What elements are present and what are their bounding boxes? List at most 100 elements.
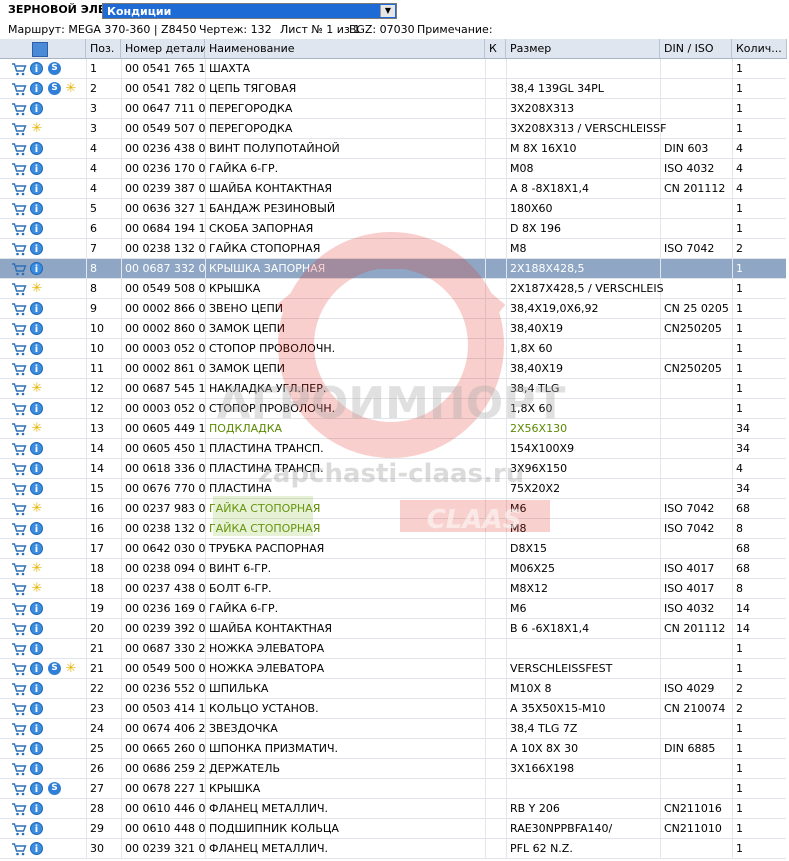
condition-select[interactable]: Кондиции ▼: [102, 3, 397, 19]
table-row[interactable]: i 14 00 0618 336 0 ПЛАСТИНА ТРАНСП. 3X96X150…: [0, 459, 786, 479]
info-icon[interactable]: i: [30, 462, 43, 475]
cart-icon[interactable]: [11, 742, 27, 756]
cart-icon[interactable]: [11, 262, 27, 276]
header-k[interactable]: К: [485, 39, 506, 59]
cart-icon[interactable]: [11, 362, 27, 376]
cart-icon[interactable]: [11, 642, 27, 656]
cart-icon[interactable]: [11, 662, 27, 676]
new-part-star-icon[interactable]: ✳: [30, 382, 44, 396]
info-icon[interactable]: i: [30, 762, 43, 775]
cart-icon[interactable]: [11, 782, 27, 796]
table-row[interactable]: i 9 00 0002 866 0 ЗВЕНО ЦЕПИ 38,4X19,0X6,92 C…: [0, 299, 786, 319]
cart-icon[interactable]: [11, 62, 27, 76]
info-icon[interactable]: i: [30, 242, 43, 255]
table-row[interactable]: ✳ 16 00 0237 983 0 ГАЙКА СТОПОРНАЯ M6 ISO 704…: [0, 499, 786, 519]
table-row[interactable]: i 28 00 0610 446 0 ФЛАНЕЦ МЕТАЛЛИЧ. RB Y 206…: [0, 799, 786, 819]
info-icon[interactable]: i: [30, 842, 43, 855]
info-icon[interactable]: i: [30, 542, 43, 555]
info-icon[interactable]: i: [30, 822, 43, 835]
cart-icon[interactable]: [11, 822, 27, 836]
info-icon[interactable]: i: [30, 362, 43, 375]
cart-icon[interactable]: [11, 462, 27, 476]
table-row[interactable]: i 6 00 0684 194 1 СКОБА ЗАПОРНАЯ D 8X 196 1: [0, 219, 786, 239]
info-icon[interactable]: i: [30, 162, 43, 175]
info-icon[interactable]: i: [30, 742, 43, 755]
table-row[interactable]: ✳ 18 00 0237 438 0 БОЛТ 6-ГР. M8X12 ISO 4017 8: [0, 579, 786, 599]
info-icon[interactable]: i: [30, 682, 43, 695]
new-part-star-icon[interactable]: ✳: [64, 662, 78, 676]
table-row[interactable]: i 22 00 0236 552 0 ШПИЛЬКА M10X 8 ISO 4029 2: [0, 679, 786, 699]
header-qty[interactable]: Колич...: [732, 39, 787, 59]
cart-icon[interactable]: [11, 762, 27, 776]
table-row[interactable]: i 25 00 0665 260 0 ШПОНКА ПРИЗМАТИЧ. A 10X 8…: [0, 739, 786, 759]
info-icon[interactable]: i: [30, 662, 43, 675]
new-part-star-icon[interactable]: ✳: [30, 502, 44, 516]
cart-icon[interactable]: [11, 322, 27, 336]
info-icon[interactable]: i: [30, 402, 43, 415]
cart-icon[interactable]: [11, 442, 27, 456]
cart-icon[interactable]: [11, 102, 27, 116]
cart-icon[interactable]: [11, 702, 27, 716]
cart-icon[interactable]: [11, 522, 27, 536]
info-icon[interactable]: i: [30, 442, 43, 455]
cart-icon[interactable]: [11, 342, 27, 356]
table-row[interactable]: i 10 00 0002 860 0 ЗАМОК ЦЕПИ 38,40X19 CN2502…: [0, 319, 786, 339]
cart-icon[interactable]: [11, 542, 27, 556]
cart-icon[interactable]: [11, 802, 27, 816]
cart-icon[interactable]: [11, 482, 27, 496]
header-icons-col[interactable]: [0, 39, 86, 59]
info-icon[interactable]: i: [30, 82, 43, 95]
cart-icon[interactable]: [11, 142, 27, 156]
header-name[interactable]: Наименование: [205, 39, 485, 59]
service-icon[interactable]: S: [48, 782, 61, 795]
table-row[interactable]: i 29 00 0610 448 0 ПОДШИПНИК КОЛЬЦА RAE30NPP…: [0, 819, 786, 839]
cart-icon[interactable]: [11, 302, 27, 316]
info-icon[interactable]: i: [30, 262, 43, 275]
info-icon[interactable]: i: [30, 222, 43, 235]
table-row[interactable]: i 21 00 0687 330 2 НОЖКА ЭЛЕВАТОРА 1: [0, 639, 786, 659]
header-part-number[interactable]: Номер детали: [121, 39, 207, 59]
table-row[interactable]: ✳ 13 00 0605 449 1 ПОДКЛАДКА 2X56X130 34: [0, 419, 786, 439]
column-chooser-icon[interactable]: [32, 42, 48, 57]
table-row[interactable]: i 10 00 0003 052 0 СТОПОР ПРОВОЛОЧН. 1,8X 60…: [0, 339, 786, 359]
table-row[interactable]: i 15 00 0676 770 0 ПЛАСТИНА 75X20X2 34: [0, 479, 786, 499]
info-icon[interactable]: i: [30, 202, 43, 215]
table-row[interactable]: i 19 00 0236 169 0 ГАЙКА 6-ГР. M6 ISO 4032 14: [0, 599, 786, 619]
info-icon[interactable]: i: [30, 722, 43, 735]
cart-icon[interactable]: [11, 162, 27, 176]
table-row[interactable]: i 12 00 0003 052 0 СТОПОР ПРОВОЛОЧН. 1,8X 60…: [0, 399, 786, 419]
table-row[interactable]: i 30 00 0239 321 0 ФЛАНЕЦ МЕТАЛЛИЧ. PFL 62 N…: [0, 839, 786, 859]
new-part-star-icon[interactable]: ✳: [64, 82, 78, 96]
table-row[interactable]: ✳ 3 00 0549 507 0 ПЕРЕГОРОДКА 3X208X313 / VE…: [0, 119, 786, 139]
info-icon[interactable]: i: [30, 782, 43, 795]
table-row[interactable]: i S 27 00 0678 227 1 КРЫШКА 1: [0, 779, 786, 799]
header-pos[interactable]: Поз.: [86, 39, 121, 59]
cart-icon[interactable]: [11, 602, 27, 616]
new-part-star-icon[interactable]: ✳: [30, 422, 44, 436]
info-icon[interactable]: i: [30, 62, 43, 75]
info-icon[interactable]: i: [30, 642, 43, 655]
table-row[interactable]: i S 1 00 0541 765 1 ШАХТА 1: [0, 59, 786, 79]
info-icon[interactable]: i: [30, 622, 43, 635]
table-row[interactable]: i 17 00 0642 030 0 ТРУБКА РАСПОРНАЯ D8X15 68: [0, 539, 786, 559]
table-row[interactable]: i 16 00 0238 132 0 ГАЙКА СТОПОРНАЯ M8 ISO 704…: [0, 519, 786, 539]
new-part-star-icon[interactable]: ✳: [30, 582, 44, 596]
table-row[interactable]: ✳ 18 00 0238 094 0 ВИНТ 6-ГР. M06X25 ISO 4017…: [0, 559, 786, 579]
info-icon[interactable]: i: [30, 342, 43, 355]
table-row[interactable]: i 7 00 0238 132 0 ГАЙКА СТОПОРНАЯ M8 ISO 7042…: [0, 239, 786, 259]
cart-icon[interactable]: [11, 382, 27, 396]
table-row[interactable]: i 4 00 0239 387 0 ШАЙБА КОНТАКТНАЯ A 8 -8X18…: [0, 179, 786, 199]
info-icon[interactable]: i: [30, 482, 43, 495]
info-icon[interactable]: i: [30, 522, 43, 535]
new-part-star-icon[interactable]: ✳: [30, 562, 44, 576]
cart-icon[interactable]: [11, 402, 27, 416]
info-icon[interactable]: i: [30, 302, 43, 315]
info-icon[interactable]: i: [30, 802, 43, 815]
table-row[interactable]: i S ✳ 21 00 0549 500 0 НОЖКА ЭЛЕВАТОРА VERSCHL…: [0, 659, 786, 679]
info-icon[interactable]: i: [30, 102, 43, 115]
table-row[interactable]: i 24 00 0674 406 2 ЗВЕЗДОЧКА 38,4 TLG 7Z 1: [0, 719, 786, 739]
cart-icon[interactable]: [11, 122, 27, 136]
table-row[interactable]: i 4 00 0236 438 0 ВИНТ ПОЛУПОТАЙНОЙ M 8X 16X…: [0, 139, 786, 159]
cart-icon[interactable]: [11, 562, 27, 576]
service-icon[interactable]: S: [48, 662, 61, 675]
